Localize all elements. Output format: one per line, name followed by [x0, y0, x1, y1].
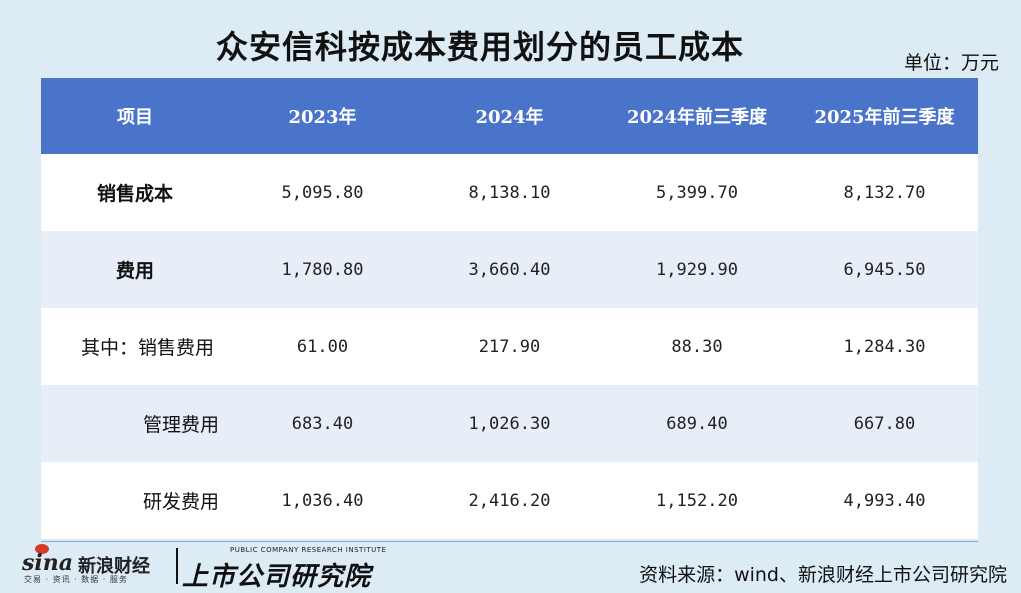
header-2023: 2023年 [229, 78, 416, 154]
table-cell: 5,399.70 [603, 154, 791, 231]
table-cell: 2,416.20 [416, 462, 603, 539]
table-row: 研发费用 1,036.40 2,416.20 1,152.20 4,993.40 [41, 462, 978, 539]
table-cell: 3,660.40 [416, 231, 603, 308]
row-label: 费用 [41, 231, 229, 308]
logo-chinese-text: 上市公司研究院 [182, 562, 372, 592]
table-cell: 1,929.90 [603, 231, 791, 308]
table-cell: 6,945.50 [791, 231, 978, 308]
source-note: 资料来源：wind、新浪财经上市公司研究院 [639, 564, 1007, 586]
table-row: 其中：销售费用 61.00 217.90 88.30 1,284.30 [41, 308, 978, 385]
table-cell: 667.80 [791, 385, 978, 462]
header-2024: 2024年 [416, 78, 603, 154]
row-label: 管理费用 [41, 385, 229, 462]
sina-tagline: 交易 · 资讯 · 数据 · 服务 [24, 575, 128, 584]
sina-finance-logo: sina 新浪财经 交易 · 资讯 · 数据 · 服务 [22, 544, 172, 584]
unit-label: 单位：万元 [903, 52, 999, 74]
logo-english-text: PUBLIC COMPANY RESEARCH INSTITUTE [230, 546, 387, 554]
table-cell: 217.90 [416, 308, 603, 385]
table-row: 管理费用 683.40 1,026.30 689.40 667.80 [41, 385, 978, 462]
table-row: 销售成本 5,095.80 8,138.10 5,399.70 8,132.70 [41, 154, 978, 231]
table-cell: 8,138.10 [416, 154, 603, 231]
row-label: 销售成本 [41, 154, 229, 231]
header-item: 项目 [41, 78, 229, 154]
divider [41, 541, 978, 542]
sina-wordmark: sina [22, 550, 73, 576]
row-label: 其中：销售费用 [41, 308, 229, 385]
table-cell: 4,993.40 [791, 462, 978, 539]
table-cell: 1,036.40 [229, 462, 416, 539]
logo-divider [176, 548, 178, 584]
table-cell: 1,780.80 [229, 231, 416, 308]
header-2025-q1-q3: 2025年前三季度 [791, 78, 978, 154]
research-institute-logo: PUBLIC COMPANY RESEARCH INSTITUTE 上市公司研究… [176, 546, 386, 592]
table-row: 费用 1,780.80 3,660.40 1,929.90 6,945.50 [41, 231, 978, 308]
table-cell: 5,095.80 [229, 154, 416, 231]
cost-table: 项目 2023年 2024年 2024年前三季度 2025年前三季度 销售成本 … [41, 78, 978, 539]
table-cell: 8,132.70 [791, 154, 978, 231]
table-header-row: 项目 2023年 2024年 2024年前三季度 2025年前三季度 [41, 78, 978, 154]
table-cell: 1,284.30 [791, 308, 978, 385]
header-2024-q1-q3: 2024年前三季度 [603, 78, 791, 154]
row-label: 研发费用 [41, 462, 229, 539]
table-cell: 61.00 [229, 308, 416, 385]
table-cell: 683.40 [229, 385, 416, 462]
table-cell: 1,026.30 [416, 385, 603, 462]
table-cell: 689.40 [603, 385, 791, 462]
page-title: 众安信科按成本费用划分的员工成本 [215, 28, 744, 66]
table-cell: 1,152.20 [603, 462, 791, 539]
table-cell: 88.30 [603, 308, 791, 385]
